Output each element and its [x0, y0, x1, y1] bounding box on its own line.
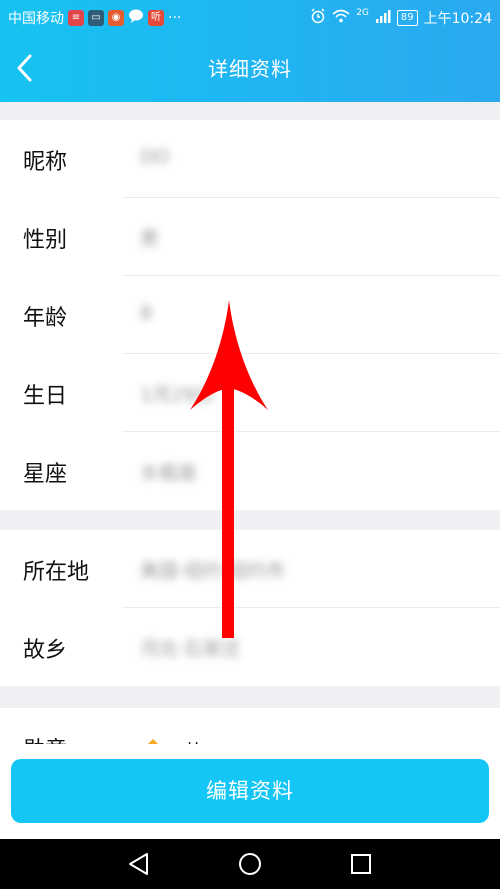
info-value: 1月29日: [140, 384, 215, 406]
info-label: 所在地: [23, 560, 90, 585]
alarm-icon: [310, 8, 326, 28]
page-title: 详细资料: [208, 57, 292, 81]
info-value: DO: [140, 146, 170, 168]
status-left: 中国移动 ≡ ▭ ◉ 听 ···: [8, 8, 181, 28]
status-right: 2G 89 上午10:24: [310, 8, 492, 28]
info-label: 年龄: [23, 306, 68, 331]
wifi-icon: [332, 8, 350, 28]
clock: 上午10:24: [423, 11, 492, 27]
info-value: 男: [140, 228, 160, 250]
info-value: 8: [140, 302, 153, 324]
info-row-zodiac: 星座 水瓶座: [0, 432, 500, 510]
info-value: 水瓶座: [140, 462, 198, 484]
nav-bar: 详细资料: [0, 34, 500, 102]
top-bar: 中国移动 ≡ ▭ ◉ 听 ··· 2G 89 上午10:24 详细资料: [0, 0, 500, 102]
battery-indicator: 89: [396, 10, 418, 26]
bottom-action-bar: 编辑资料: [0, 744, 500, 839]
basic-info-section: 昵称 DO 性别 男 年龄 8 生日 1月29日 星座 水瓶座: [0, 120, 500, 510]
edit-profile-button[interactable]: 编辑资料: [11, 759, 489, 823]
info-row-location: 所在地 美国·纽约·纽约市: [0, 530, 500, 608]
app-icon-3: ◉: [108, 10, 124, 26]
info-row-hometown: 故乡 河北·石家庄: [0, 608, 500, 686]
network-type: 2G: [356, 8, 369, 18]
info-value: 美国·纽约·纽约市: [140, 560, 286, 582]
info-label: 昵称: [23, 150, 68, 175]
location-section: 所在地 美国·纽约·纽约市 故乡 河北·石家庄: [0, 530, 500, 686]
status-bar: 中国移动 ≡ ▭ ◉ 听 ··· 2G 89 上午10:24: [0, 0, 500, 34]
app-icon-2: ▭: [88, 10, 104, 26]
info-row-age: 年龄 8: [0, 276, 500, 354]
info-row-gender: 性别 男: [0, 198, 500, 276]
info-label: 性别: [23, 228, 68, 253]
info-label: 生日: [23, 384, 68, 409]
app-icon-1: ≡: [68, 10, 84, 26]
recents-square-icon[interactable]: [348, 851, 374, 877]
chat-icon: [128, 8, 144, 28]
back-triangle-icon[interactable]: [126, 851, 152, 877]
info-label: 星座: [23, 462, 68, 487]
more-notifications: ···: [168, 10, 182, 26]
listen-app-icon: 听: [148, 10, 164, 26]
info-row-nickname: 昵称 DO: [0, 120, 500, 198]
carrier-label: 中国移动: [8, 11, 64, 27]
system-nav-bar: [0, 839, 500, 889]
info-row-birthday: 生日 1月29日: [0, 354, 500, 432]
info-label: 故乡: [23, 638, 68, 663]
signal-icon: [375, 8, 391, 28]
info-value: 河北·石家庄: [140, 638, 242, 660]
home-circle-icon[interactable]: [237, 851, 263, 877]
